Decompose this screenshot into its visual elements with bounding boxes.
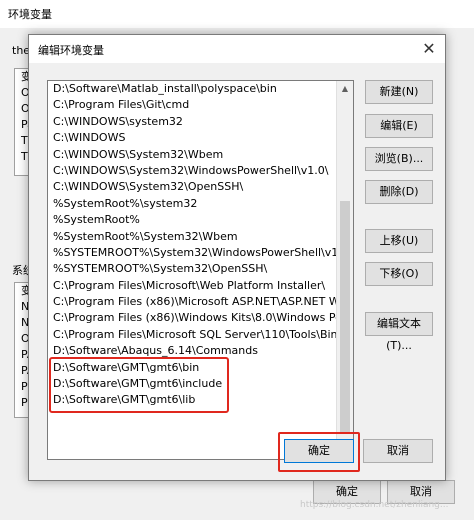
watermark: https://blog.csdn.net/zhenliang...	[300, 500, 449, 510]
cancel-button[interactable]: 取消	[363, 439, 433, 463]
background-title-bar: 环境变量	[0, 0, 474, 28]
path-row[interactable]: C:\Program Files\Microsoft SQL Server\11…	[48, 327, 337, 343]
delete-button[interactable]: 删除(D)	[365, 180, 433, 204]
path-row[interactable]: C:\WINDOWS\System32\Wbem	[48, 147, 337, 163]
path-row[interactable]: C:\Program Files (x86)\Windows Kits\8.0\…	[48, 310, 337, 326]
gmt-paths-highlight	[49, 357, 229, 413]
path-row[interactable]: C:\Program Files (x86)\Microsoft ASP.NET…	[48, 294, 337, 310]
path-row[interactable]: C:\WINDOWS	[48, 130, 337, 146]
close-icon[interactable]: ✕	[419, 39, 439, 59]
path-row[interactable]: %SYSTEMROOT%\System32\WindowsPowerShell\…	[48, 245, 337, 261]
path-row[interactable]: C:\WINDOWS\System32\OpenSSH\	[48, 179, 337, 195]
ok-button[interactable]: 确定	[284, 439, 354, 463]
vertical-scrollbar[interactable]: ▲ ▼	[336, 81, 353, 459]
path-row[interactable]: D:\Software\Matlab_install\polyspace\bin	[48, 81, 337, 97]
move-up-button[interactable]: 上移(U)	[365, 229, 433, 253]
dialog-title: 编辑环境变量	[38, 44, 104, 57]
path-row[interactable]: %SystemRoot%\system32	[48, 196, 337, 212]
path-row[interactable]: %SystemRoot%	[48, 212, 337, 228]
edit-text-button[interactable]: 编辑文本(T)...	[365, 312, 433, 352]
dialog-title-bar: 编辑环境变量 ✕	[29, 35, 445, 63]
path-row[interactable]: C:\Program Files\Microsoft\Web Platform …	[48, 278, 337, 294]
path-row[interactable]: C:\WINDOWS\system32	[48, 114, 337, 130]
background-window-title: 环境变量	[8, 8, 52, 21]
path-row[interactable]: C:\Program Files\Git\cmd	[48, 97, 337, 113]
move-down-button[interactable]: 下移(O)	[365, 262, 433, 286]
path-row[interactable]: C:\WINDOWS\System32\WindowsPowerShell\v1…	[48, 163, 337, 179]
edit-button[interactable]: 编辑(E)	[365, 114, 433, 138]
new-button[interactable]: 新建(N)	[365, 80, 433, 104]
edit-environment-variable-dialog: 编辑环境变量 ✕ D:\Software\Matlab_install\poly…	[28, 34, 446, 481]
path-row[interactable]: %SystemRoot%\System32\Wbem	[48, 229, 337, 245]
scroll-up-icon[interactable]: ▲	[337, 81, 353, 97]
path-row[interactable]: %SYSTEMROOT%\System32\OpenSSH\	[48, 261, 337, 277]
scrollbar-thumb[interactable]	[340, 201, 350, 433]
browse-button[interactable]: 浏览(B)...	[365, 147, 433, 171]
